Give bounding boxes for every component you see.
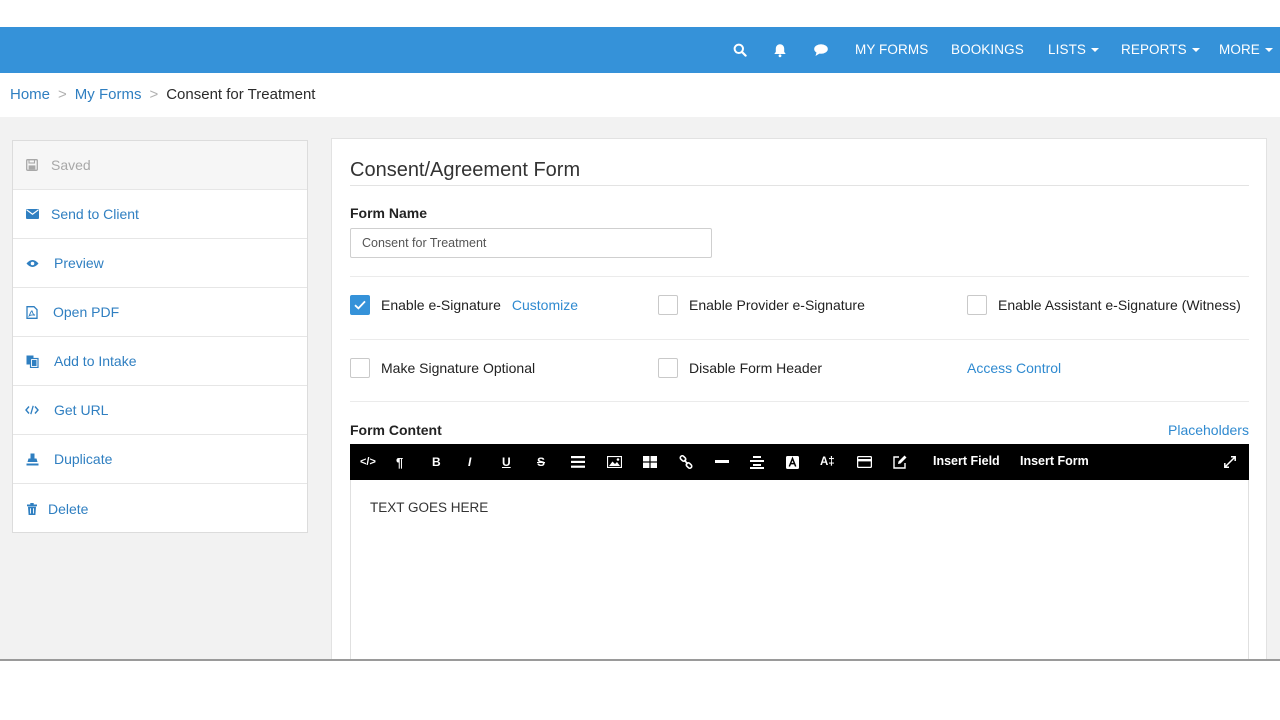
disable-header-option: Disable Form Header [658,358,822,378]
disable-header-label: Disable Form Header [689,360,823,376]
form-editor-panel: Consent/Agreement Form Form Name Enable … [331,138,1267,659]
placeholders-link[interactable]: Placeholders [1168,422,1249,438]
trash-icon [25,502,39,516]
enable-esignature-checkbox[interactable] [350,295,370,315]
enable-esignature-option: Enable e-Signature Customize [350,295,578,315]
font-color-icon[interactable] [786,453,799,471]
form-content-label: Form Content [350,422,442,438]
copy-icon [25,354,39,368]
envelope-icon [25,207,39,221]
nav-lists[interactable]: LISTS [1048,42,1100,57]
image-icon[interactable] [607,453,622,471]
code-view-button[interactable]: </> [360,453,376,471]
nav-more[interactable]: MORE [1219,42,1273,57]
caret-down-icon [1091,48,1100,53]
customize-link[interactable]: Customize [512,297,578,313]
actions-sidebar: Saved Send to Client Preview Open PDF Ad… [12,140,308,533]
breadcrumb-current: Consent for Treatment [166,86,316,103]
nav-lists-label: LISTS [1048,42,1087,57]
breadcrumb-bar: Home > My Forms > Consent for Treatment [0,73,1280,117]
form-name-label: Form Name [350,205,428,221]
signature-optional-label: Make Signature Optional [381,360,536,376]
breadcrumb-my-forms[interactable]: My Forms [75,86,142,103]
breadcrumb-home[interactable]: Home [10,86,50,103]
sidebar-item-label: Preview [54,255,104,271]
sidebar-item-label: Add to Intake [54,353,137,369]
sidebar-item-label: Duplicate [54,451,113,467]
horizontal-rule-icon[interactable] [715,453,729,471]
eye-icon [25,256,39,270]
sidebar-item-open-pdf[interactable]: Open PDF [13,288,307,337]
access-control-link[interactable]: Access Control [967,360,1061,376]
provider-esignature-option: Enable Provider e-Signature [658,295,865,315]
assistant-esignature-option: Enable Assistant e-Signature (Witness) [967,295,1241,315]
table-icon[interactable] [643,453,657,471]
assistant-esignature-label: Enable Assistant e-Signature (Witness) [998,297,1241,313]
insert-form-button[interactable]: Insert Form [1020,454,1089,468]
nav-my-forms[interactable]: MY FORMS [855,42,928,57]
divider [350,276,1249,277]
nav-more-label: MORE [1219,42,1260,57]
divider [350,339,1249,340]
underline-button[interactable]: U [502,453,511,471]
form-name-input[interactable] [350,228,712,258]
code-icon [25,403,39,417]
card-icon[interactable] [857,453,872,471]
nav-reports-label: REPORTS [1121,42,1187,57]
divider [350,401,1249,402]
sidebar-item-label: Open PDF [53,304,120,320]
edit-icon[interactable] [893,453,907,471]
signature-optional-option: Make Signature Optional [350,358,535,378]
disable-header-checkbox[interactable] [658,358,678,378]
sidebar-item-label: Get URL [54,402,109,418]
chat-icon[interactable] [810,39,832,61]
floppy-icon [25,158,39,172]
stamp-icon [25,452,39,466]
font-size-button[interactable]: A‡ [820,453,835,471]
sidebar-item-label: Send to Client [51,206,139,222]
fullscreen-icon[interactable] [1224,453,1236,471]
provider-esignature-label: Enable Provider e-Signature [689,297,865,313]
strikethrough-button[interactable]: S [537,453,545,471]
breadcrumb: Home > My Forms > Consent for Treatment [10,86,315,103]
search-icon[interactable] [729,39,751,61]
sidebar-item-label: Saved [51,157,91,173]
sidebar-item-send-to-client[interactable]: Send to Client [13,190,307,239]
check-icon [354,300,366,310]
divider [350,185,1249,186]
sidebar-item-saved: Saved [13,141,307,190]
sidebar-item-get-url[interactable]: Get URL [13,386,307,435]
app-window: MY FORMS BOOKINGS LISTS REPORTS MORE Hom… [0,27,1280,661]
sidebar-item-preview[interactable]: Preview [13,239,307,288]
sidebar-item-delete[interactable]: Delete [13,484,307,533]
sidebar-item-label: Delete [48,500,89,517]
signature-optional-checkbox[interactable] [350,358,370,378]
top-navbar: MY FORMS BOOKINGS LISTS REPORTS MORE [0,27,1280,73]
breadcrumb-separator: > [58,86,67,103]
caret-down-icon [1264,48,1273,53]
editor-toolbar: </> ¶ B I U S A‡ Insert Field Insert For… [350,444,1249,480]
sidebar-item-duplicate[interactable]: Duplicate [13,435,307,484]
caret-down-icon [1191,48,1200,53]
form-content-editor[interactable]: TEXT GOES HERE [350,480,1249,659]
nav-bookings[interactable]: BOOKINGS [951,42,1024,57]
align-center-icon[interactable] [750,453,764,471]
enable-esignature-label: Enable e-Signature [381,297,501,313]
bold-button[interactable]: B [432,453,441,471]
bell-icon[interactable] [769,39,791,61]
pdf-icon [25,305,39,319]
italic-button[interactable]: I [468,453,471,471]
sidebar-item-add-to-intake[interactable]: Add to Intake [13,337,307,386]
editor-content-text: TEXT GOES HERE [370,500,489,515]
insert-field-button[interactable]: Insert Field [933,454,1000,468]
page-title: Consent/Agreement Form [350,159,581,181]
nav-reports[interactable]: REPORTS [1121,42,1200,57]
breadcrumb-separator: > [149,86,159,103]
provider-esignature-checkbox[interactable] [658,295,678,315]
link-icon[interactable] [679,453,693,471]
paragraph-button[interactable]: ¶ [396,453,403,471]
list-icon[interactable] [571,453,585,471]
assistant-esignature-checkbox[interactable] [967,295,987,315]
